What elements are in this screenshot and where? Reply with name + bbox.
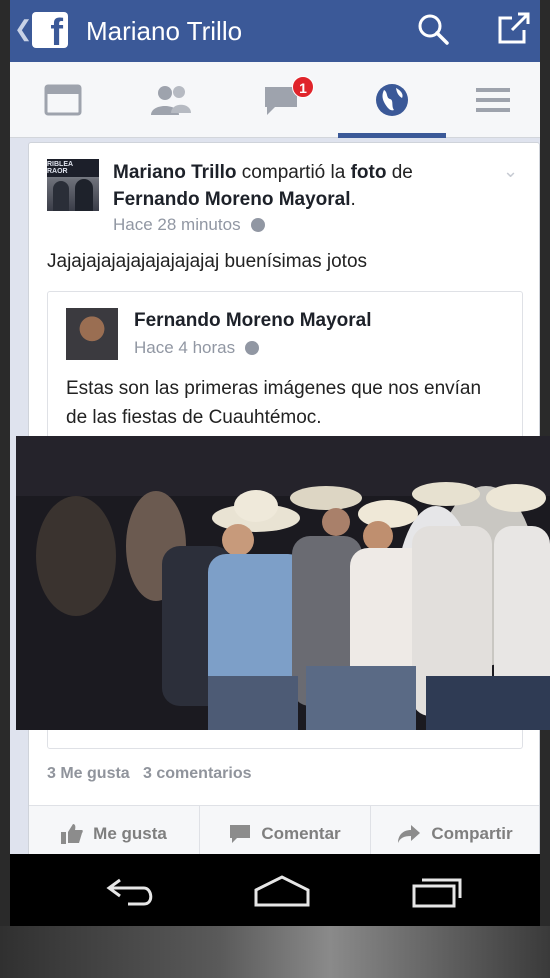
android-home-icon[interactable] [253, 874, 311, 908]
active-tab-indicator [338, 133, 446, 138]
post-action-text-2: de [386, 162, 413, 183]
original-author-link[interactable]: Fernando Moreno Mayoral [113, 189, 351, 210]
tab-notifications[interactable] [338, 62, 446, 138]
post-options-chevron-icon[interactable]: ⌄ [503, 161, 518, 182]
post-actions: Me gusta Comentar Compartir [29, 805, 539, 862]
like-label: Me gusta [93, 824, 167, 843]
post-meta: Hace 28 minutos [113, 215, 265, 235]
post-period: . [350, 189, 356, 210]
background-strip [0, 926, 550, 978]
facebook-logo-icon[interactable]: f [32, 12, 68, 52]
menu-icon [476, 88, 510, 112]
android-back-icon[interactable] [106, 878, 158, 906]
avatar-banner-text: RIBLEA RAOR [47, 159, 99, 177]
android-nav-bar [10, 854, 540, 926]
public-globe-icon [250, 218, 265, 232]
shared-avatar[interactable] [66, 308, 118, 360]
public-globe-icon [245, 341, 260, 355]
author-link[interactable]: Mariano Trillo [113, 162, 237, 183]
share-out-icon[interactable] [496, 10, 532, 46]
tab-news-feed[interactable] [10, 62, 116, 138]
post-header: Mariano Trillo compartió la foto de Ferna… [113, 159, 493, 213]
avatar[interactable]: RIBLEA RAOR [47, 159, 99, 211]
post-text: Jajajajajajajajajajajaj buenísimas jotos [47, 251, 368, 272]
back-chevron-icon[interactable]: ❮ [14, 16, 32, 42]
globe-notifications-icon [376, 84, 408, 116]
photo-link[interactable]: foto [351, 162, 387, 183]
shared-text: Estas son las primeras imágenes que nos … [66, 378, 482, 428]
page-title: Mariano Trillo [86, 16, 243, 46]
post-action-text: compartió la [236, 162, 351, 183]
thumbs-up-icon [61, 824, 83, 844]
top-bar: ❮ f Mariano Trillo [10, 0, 540, 62]
comments-count[interactable]: 3 comentarios [143, 765, 251, 782]
comment-label: Comentar [261, 824, 341, 843]
tab-friends[interactable] [116, 62, 226, 138]
news-feed-icon [44, 84, 82, 116]
comment-icon [230, 825, 251, 843]
shared-time[interactable]: Hace 4 horas [134, 338, 235, 357]
share-label: Compartir [431, 824, 513, 843]
likes-count[interactable]: 3 Me gusta [47, 765, 130, 782]
share-arrow-icon [398, 825, 421, 843]
shared-author[interactable]: Fernando Moreno Mayoral [134, 310, 372, 332]
tab-bar: 1 [10, 62, 540, 138]
friends-icon [151, 86, 191, 115]
post-time[interactable]: Hace 28 minutos [113, 215, 241, 234]
notification-badge: 1 [292, 76, 314, 98]
search-icon[interactable] [416, 12, 450, 46]
shared-meta: Hace 4 horas [134, 338, 260, 358]
party-photo-image [16, 436, 550, 730]
post-stats: 3 Me gusta 3 comentarios [47, 765, 252, 783]
android-recents-icon[interactable] [410, 874, 466, 908]
tab-messages[interactable] [226, 62, 336, 138]
post-photo[interactable] [16, 436, 550, 730]
tab-menu[interactable] [446, 62, 540, 138]
